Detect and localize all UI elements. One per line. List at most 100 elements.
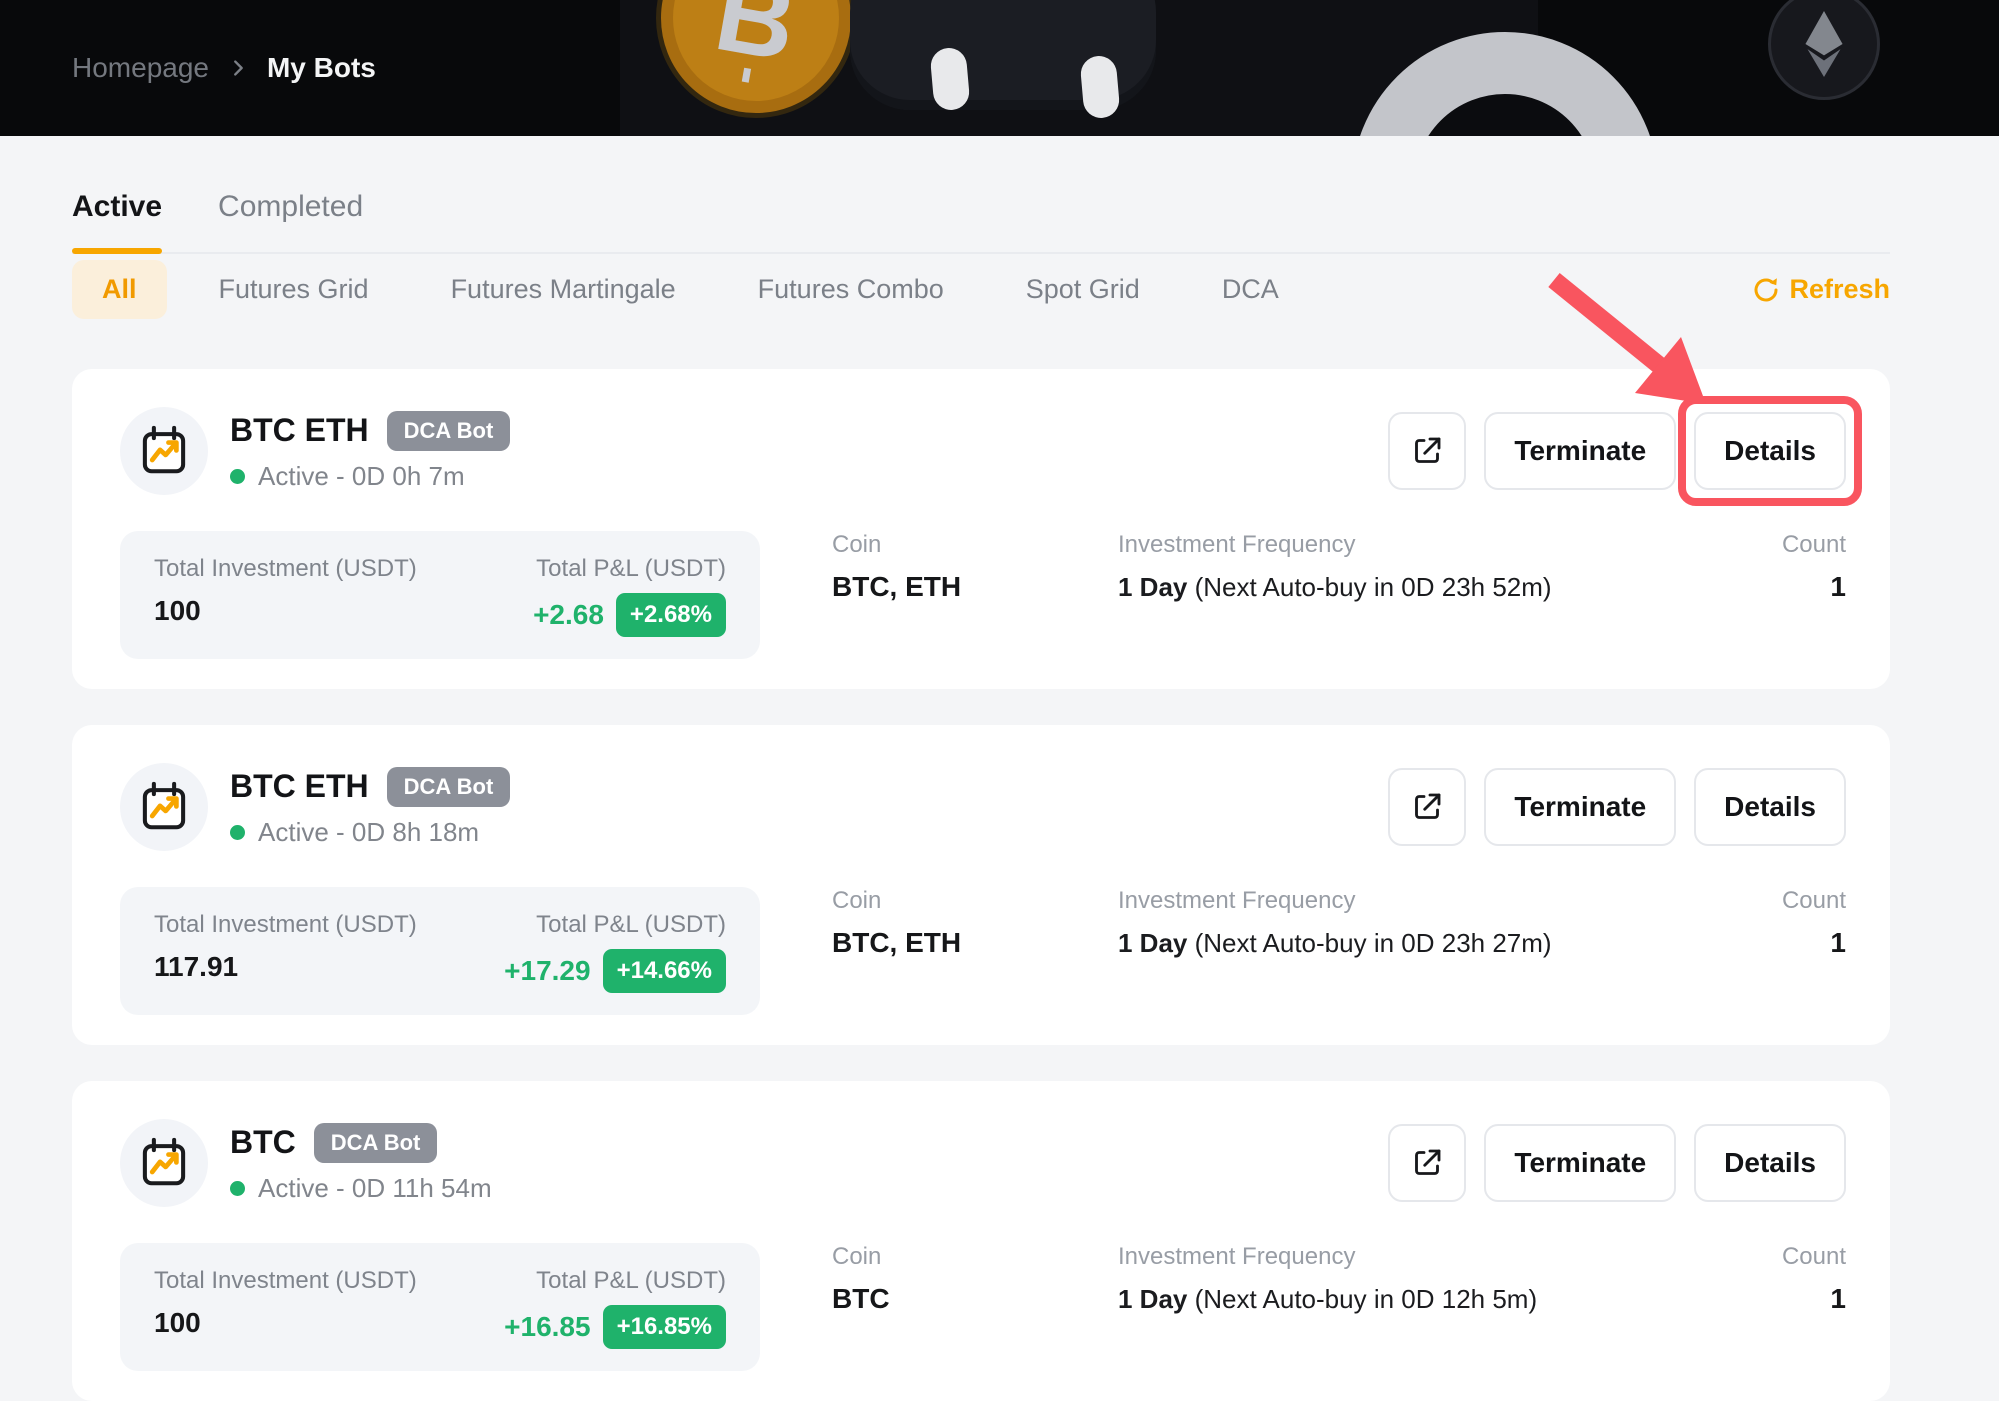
terminate-button[interactable]: Terminate xyxy=(1484,768,1676,846)
bot-status: Active - 0D 11h 54m xyxy=(258,1173,492,1204)
bot-type-badge: DCA Bot xyxy=(387,411,511,451)
filter-spot-grid[interactable]: Spot Grid xyxy=(996,260,1170,319)
calendar-trend-icon xyxy=(137,1136,191,1190)
coin-label: Coin xyxy=(832,887,1092,915)
pnl-percent-badge: +14.66% xyxy=(603,949,726,993)
count-label: Count xyxy=(1782,1243,1846,1271)
main-content: Active Completed All Futures Grid Future… xyxy=(0,190,1999,1401)
filter-pills: All Futures Grid Futures Martingale Futu… xyxy=(72,260,1309,319)
external-link-icon xyxy=(1409,433,1445,469)
pnl-percent-badge: +16.85% xyxy=(603,1305,726,1349)
pnl-label: Total P&L (USDT) xyxy=(533,555,726,583)
robot-eye-icon xyxy=(1079,55,1120,120)
banner-illustration-panel xyxy=(620,0,1538,136)
active-status-dot xyxy=(230,825,245,840)
pnl-value: +17.29 xyxy=(504,955,590,987)
frequency-note: (Next Auto-buy in 0D 12h 5m) xyxy=(1195,1284,1538,1314)
frequency-label: Investment Frequency xyxy=(1118,531,1782,559)
refresh-icon xyxy=(1751,275,1781,305)
terminate-button[interactable]: Terminate xyxy=(1484,412,1676,490)
frequency-value: 1 Day xyxy=(1118,1284,1187,1314)
refresh-label: Refresh xyxy=(1789,274,1890,305)
coin-value: BTC, ETH xyxy=(832,927,1092,959)
pnl-label: Total P&L (USDT) xyxy=(504,911,726,939)
bot-pair: BTC ETH xyxy=(230,412,369,449)
filter-all[interactable]: All xyxy=(72,260,167,319)
dca-bot-avatar xyxy=(120,1119,208,1207)
investment-value: 117.91 xyxy=(154,951,417,983)
active-status-dot xyxy=(230,469,245,484)
coin-value: BTC xyxy=(832,1283,1092,1315)
top-banner: B Homepage My Bots xyxy=(0,0,1999,136)
filter-dca[interactable]: DCA xyxy=(1192,260,1309,319)
external-link-icon xyxy=(1409,1145,1445,1181)
share-button[interactable] xyxy=(1388,1124,1466,1202)
details-button[interactable]: Details xyxy=(1694,1124,1846,1202)
count-value: 1 xyxy=(1782,927,1846,959)
tab-completed[interactable]: Completed xyxy=(218,190,363,252)
bot-card: BTC DCA Bot Active - 0D 11h 54m xyxy=(72,1081,1890,1401)
investment-label: Total Investment (USDT) xyxy=(154,911,417,939)
bot-status: Active - 0D 0h 7m xyxy=(258,461,465,492)
details-button[interactable]: Details xyxy=(1694,768,1846,846)
bot-type-badge: DCA Bot xyxy=(314,1123,438,1163)
bot-type-badge: DCA Bot xyxy=(387,767,511,807)
count-label: Count xyxy=(1782,887,1846,915)
filter-futures-grid[interactable]: Futures Grid xyxy=(189,260,399,319)
filter-bar: All Futures Grid Futures Martingale Futu… xyxy=(72,260,1890,319)
tabs: Active Completed xyxy=(72,190,1890,254)
filter-futures-combo[interactable]: Futures Combo xyxy=(728,260,974,319)
bot-pair: BTC xyxy=(230,1124,296,1161)
bot-card: BTC ETH DCA Bot Active - 0D 8h 18m xyxy=(72,725,1890,1045)
investment-value: 100 xyxy=(154,595,417,627)
calendar-trend-icon xyxy=(137,424,191,478)
pnl-value: +2.68 xyxy=(533,599,604,631)
investment-pnl-panel: Total Investment (USDT) 100 Total P&L (U… xyxy=(120,1243,760,1371)
active-status-dot xyxy=(230,1181,245,1196)
robot-eye-icon xyxy=(929,47,970,112)
bot-status: Active - 0D 8h 18m xyxy=(258,817,479,848)
count-label: Count xyxy=(1782,531,1846,559)
share-button[interactable] xyxy=(1388,412,1466,490)
breadcrumb-home-link[interactable]: Homepage xyxy=(72,52,209,84)
count-value: 1 xyxy=(1782,571,1846,603)
frequency-label: Investment Frequency xyxy=(1118,1243,1782,1271)
details-button[interactable]: Details xyxy=(1694,412,1846,490)
dca-bot-avatar xyxy=(120,763,208,851)
frequency-value: 1 Day xyxy=(1118,928,1187,958)
breadcrumb-current: My Bots xyxy=(267,52,376,84)
eth-coin-illustration xyxy=(1768,0,1880,100)
investment-label: Total Investment (USDT) xyxy=(154,555,417,583)
dca-bot-avatar xyxy=(120,407,208,495)
investment-value: 100 xyxy=(154,1307,417,1339)
frequency-note: (Next Auto-buy in 0D 23h 27m) xyxy=(1195,928,1552,958)
bitcoin-coin-illustration: B xyxy=(656,0,856,118)
terminate-button[interactable]: Terminate xyxy=(1484,1124,1676,1202)
eth-logo-icon xyxy=(1803,11,1845,77)
filter-futures-martingale[interactable]: Futures Martingale xyxy=(421,260,706,319)
coin-value: BTC, ETH xyxy=(832,571,1092,603)
investment-pnl-panel: Total Investment (USDT) 117.91 Total P&L… xyxy=(120,887,760,1015)
investment-label: Total Investment (USDT) xyxy=(154,1267,417,1295)
robot-illustration xyxy=(850,0,1156,110)
bot-card: BTC ETH DCA Bot Active - 0D 0h 7m xyxy=(72,369,1890,689)
pnl-value: +16.85 xyxy=(504,1311,590,1343)
pnl-label: Total P&L (USDT) xyxy=(504,1267,726,1295)
share-button[interactable] xyxy=(1388,768,1466,846)
frequency-note: (Next Auto-buy in 0D 23h 52m) xyxy=(1195,572,1552,602)
frequency-label: Investment Frequency xyxy=(1118,887,1782,915)
frequency-value: 1 Day xyxy=(1118,572,1187,602)
external-link-icon xyxy=(1409,789,1445,825)
tab-active[interactable]: Active xyxy=(72,190,162,252)
investment-pnl-panel: Total Investment (USDT) 100 Total P&L (U… xyxy=(120,531,760,659)
count-value: 1 xyxy=(1782,1283,1846,1315)
pnl-percent-badge: +2.68% xyxy=(616,593,726,637)
bot-pair: BTC ETH xyxy=(230,768,369,805)
breadcrumb: Homepage My Bots xyxy=(0,52,376,84)
coin-label: Coin xyxy=(832,531,1092,559)
refresh-button[interactable]: Refresh xyxy=(1751,274,1890,305)
coin-label: Coin xyxy=(832,1243,1092,1271)
robot-ear-illustration xyxy=(1352,32,1658,136)
chevron-right-icon xyxy=(227,57,249,79)
calendar-trend-icon xyxy=(137,780,191,834)
